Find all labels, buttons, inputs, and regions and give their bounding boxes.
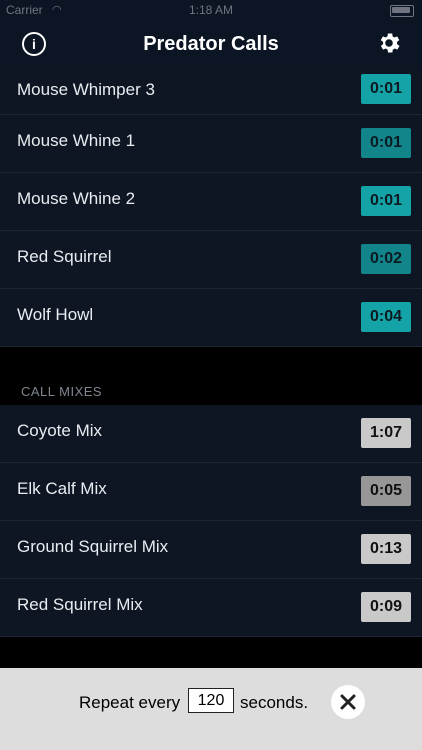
- mix-name: Elk Calf Mix: [17, 479, 107, 498]
- repeat-bar: Repeat every 120 seconds.: [0, 668, 422, 750]
- mix-duration: 0:13: [361, 534, 411, 564]
- list-item[interactable]: Mouse Whine 1 0:01: [0, 115, 422, 173]
- mix-duration: 0:09: [361, 592, 411, 622]
- list-item[interactable]: Elk Calf Mix 0:05: [0, 463, 422, 521]
- page-title: Predator Calls: [143, 33, 279, 55]
- mix-duration: 1:07: [361, 418, 411, 448]
- gear-icon-svg: [380, 33, 400, 53]
- section-header: CALL MIXES: [0, 384, 422, 405]
- repeat-prefix-label: Repeat every: [79, 693, 181, 712]
- repeat-seconds-input[interactable]: 120: [188, 688, 234, 713]
- mix-name: Ground Squirrel Mix: [17, 537, 169, 556]
- list-item[interactable]: Ground Squirrel Mix 0:13: [0, 521, 422, 579]
- list-item[interactable]: Mouse Whimper 3 0:01: [0, 66, 422, 115]
- repeat-suffix-label: seconds.: [240, 693, 309, 712]
- list-item[interactable]: Red Squirrel Mix 0:09: [0, 579, 422, 637]
- call-duration: 0:01: [361, 186, 411, 216]
- call-name: Red Squirrel: [17, 247, 112, 266]
- list-item[interactable]: Red Squirrel 0:02: [0, 231, 422, 289]
- close-button[interactable]: [331, 685, 365, 719]
- nav-bar: i Predator Calls: [0, 22, 422, 66]
- mix-duration: 0:05: [361, 476, 411, 506]
- close-icon: [340, 694, 356, 710]
- section-spacer: [0, 347, 422, 384]
- call-name: Mouse Whine 1: [17, 131, 136, 150]
- call-duration: 0:01: [361, 74, 411, 104]
- list-item[interactable]: Mouse Whine 2 0:01: [0, 173, 422, 231]
- calls-list: Mouse Whimper 3 0:01 Mouse Whine 1 0:01 …: [0, 66, 422, 637]
- list-item[interactable]: Coyote Mix 1:07: [0, 405, 422, 463]
- mix-name: Red Squirrel Mix: [17, 595, 143, 614]
- gear-icon[interactable]: [376, 30, 402, 56]
- list-item[interactable]: Wolf Howl 0:04: [0, 289, 422, 347]
- call-name: Mouse Whine 2: [17, 189, 136, 208]
- status-bar: Carrier ◠ 1:18 AM: [0, 0, 422, 22]
- mix-name: Coyote Mix: [17, 421, 103, 440]
- call-duration: 0:04: [361, 302, 411, 332]
- call-duration: 0:02: [361, 244, 411, 274]
- battery-icon: [390, 5, 414, 17]
- call-name: Wolf Howl: [17, 305, 94, 324]
- status-time: 1:18 AM: [188, 3, 234, 17]
- call-duration: 0:01: [361, 128, 411, 158]
- call-name: Mouse Whimper 3: [17, 80, 155, 99]
